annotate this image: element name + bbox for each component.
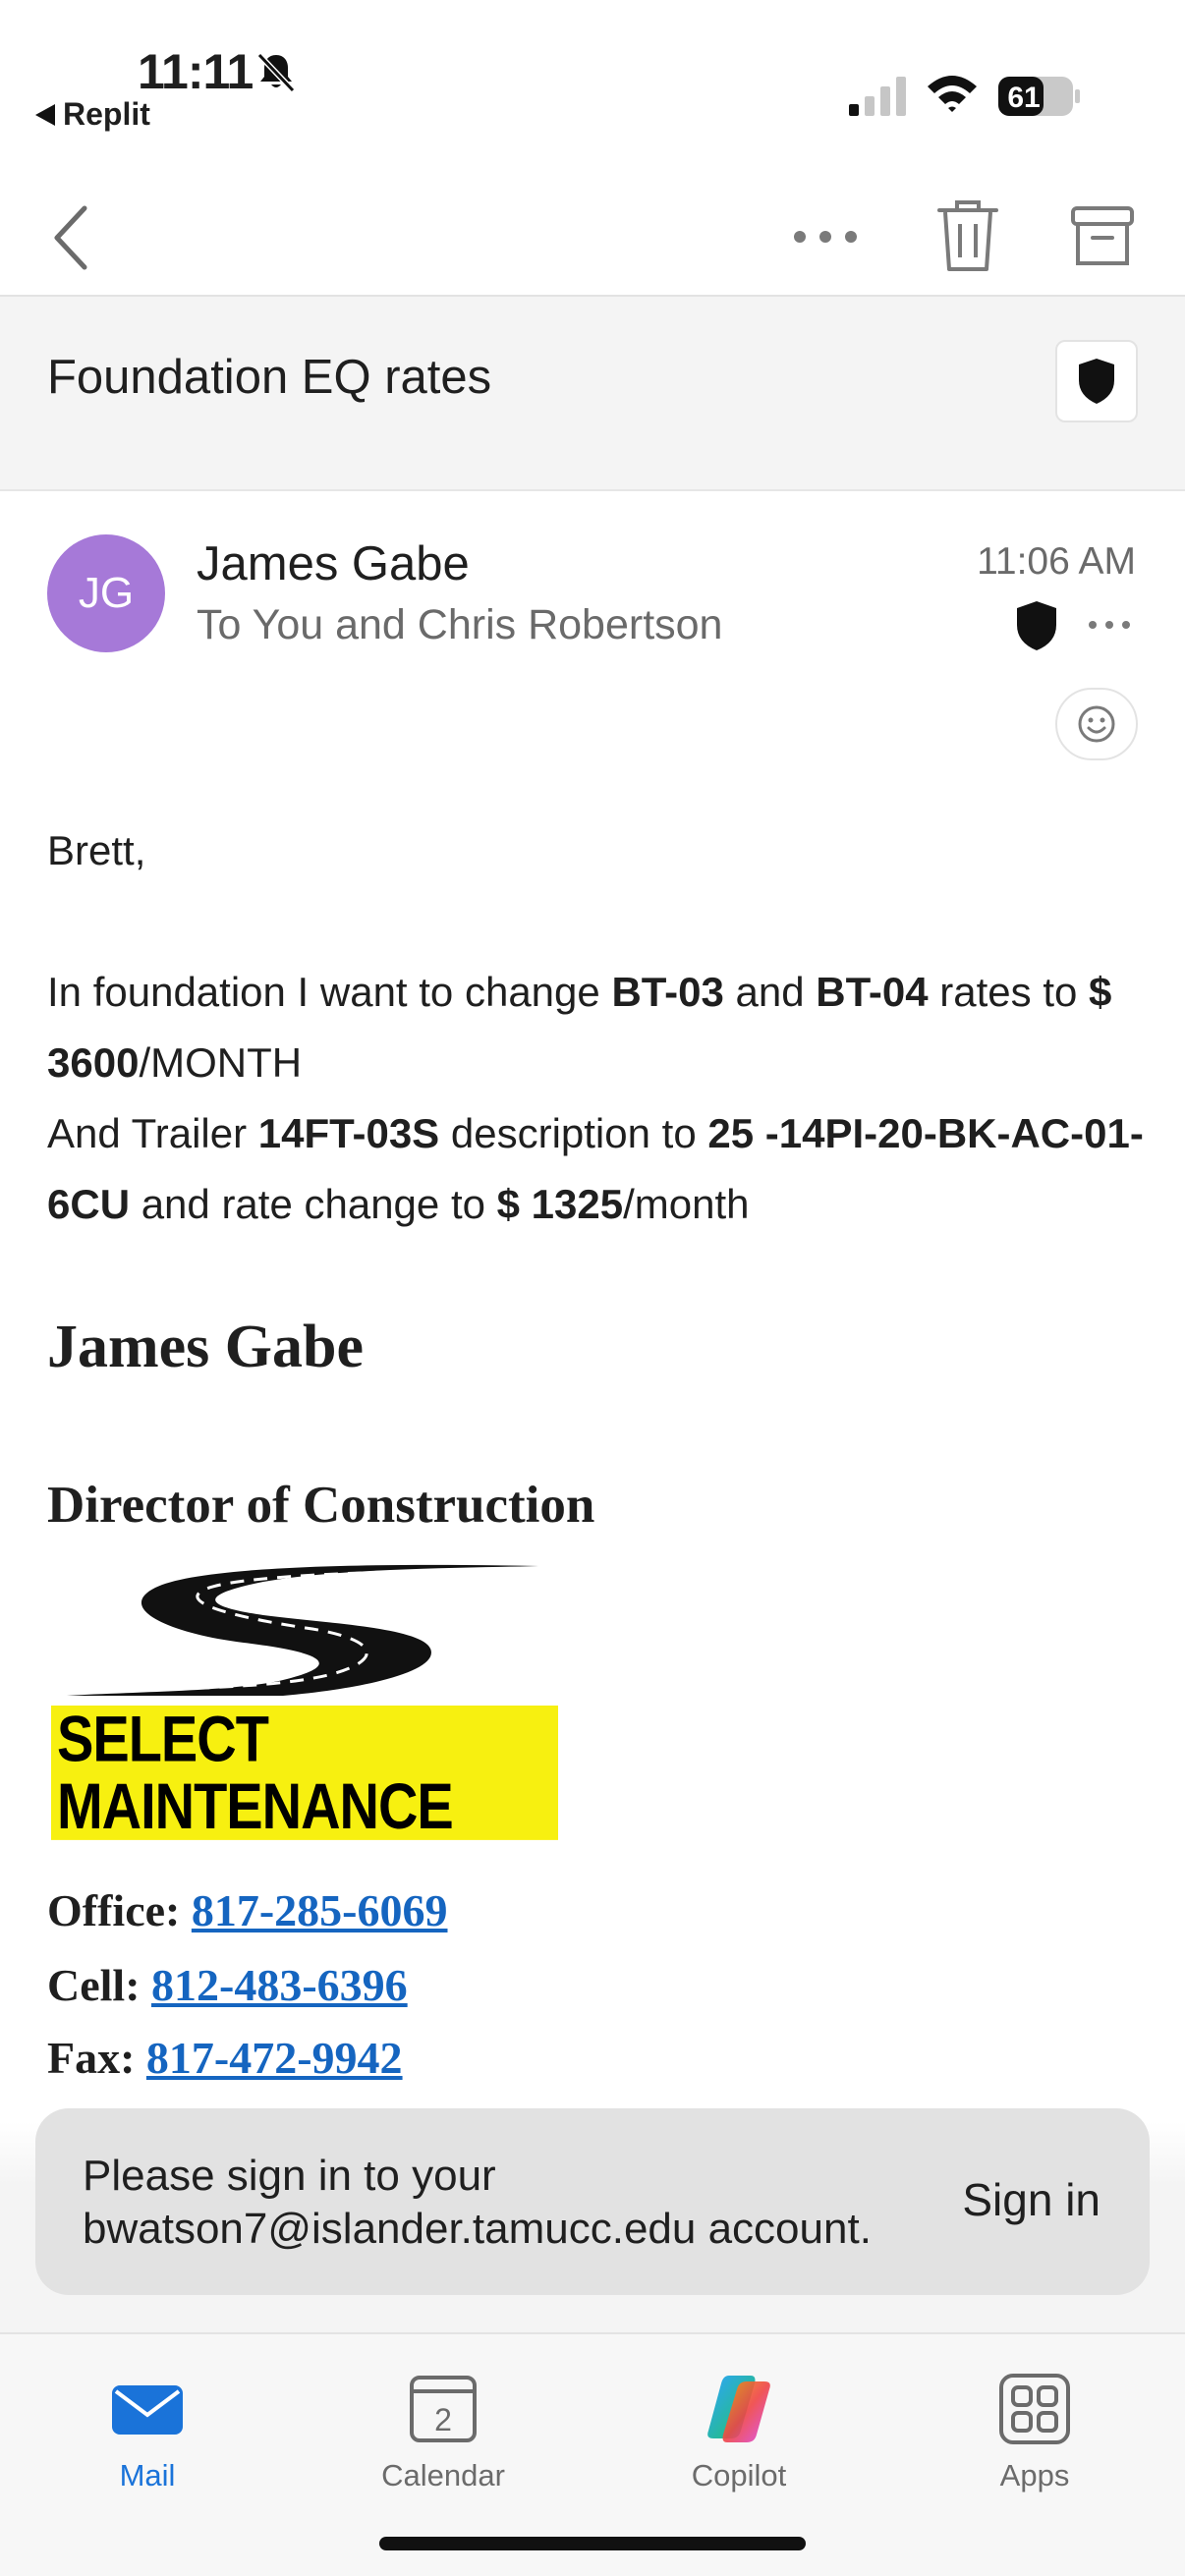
signin-banner: Please sign in to your bwatson7@islander… (35, 2108, 1150, 2295)
message-time: 11:06 AM (977, 540, 1136, 583)
office-phone-row: Office: 817-285-6069 (47, 1885, 448, 1935)
body-paragraph-2: And Trailer 14FT-03S description to 25 -… (47, 1110, 1144, 1227)
fax-row: Fax: 817-472-9942 (47, 2033, 403, 2083)
smiley-icon (1078, 705, 1115, 743)
fax-link[interactable]: 817-472-9942 (146, 2033, 403, 2083)
greeting: Brett, (47, 827, 146, 873)
email-body: Brett, In foundation I want to change BT… (47, 815, 1148, 1240)
logo-text: SELECT MAINTENANCE (51, 1705, 558, 1840)
back-app-label: Replit (63, 96, 150, 132)
signin-button[interactable]: Sign in (962, 2173, 1100, 2226)
archive-icon[interactable] (1067, 200, 1138, 271)
tab-calendar[interactable]: 2 Calendar (345, 2352, 541, 2499)
email-subject: Foundation EQ rates (47, 351, 492, 404)
cellular-signal-icon (849, 77, 906, 116)
back-triangle-icon (35, 103, 55, 126)
status-bar: 11:11 Replit 61 (0, 0, 1185, 147)
office-phone-link[interactable]: 817-285-6069 (192, 1885, 448, 1935)
signin-message: Please sign in to your bwatson7@islander… (83, 2152, 872, 2253)
calendar-icon: 2 (410, 2376, 477, 2442)
mail-icon (112, 2385, 183, 2435)
back-to-app-button[interactable]: Replit (35, 96, 150, 133)
tab-mail[interactable]: Mail (49, 2352, 246, 2499)
message-toolbar (0, 177, 1185, 297)
body-paragraph-1: In foundation I want to change BT-03 and… (47, 969, 1112, 1086)
recipients-line[interactable]: To You and Chris Robertson (197, 601, 722, 649)
subject-header: Foundation EQ rates (0, 297, 1185, 491)
tab-apps[interactable]: Apps (936, 2352, 1133, 2499)
message-more-icon[interactable] (1085, 613, 1134, 637)
wifi-icon (928, 76, 977, 112)
company-logo: SELECT MAINTENANCE (47, 1558, 558, 1840)
shield-icon (1079, 359, 1114, 404)
back-chevron-icon[interactable] (47, 200, 94, 275)
home-indicator[interactable] (379, 2537, 806, 2550)
more-options-icon[interactable] (786, 212, 865, 261)
delete-trash-icon[interactable] (933, 198, 1002, 275)
copilot-icon (707, 2376, 770, 2442)
bottom-tab-bar: Mail 2 Calendar Copilot Apps (0, 2332, 1185, 2576)
cell-phone-link[interactable]: 812-483-6396 (151, 1960, 408, 2010)
silent-bell-icon (256, 52, 296, 93)
sender-avatar[interactable]: JG (47, 534, 165, 652)
status-time: 11:11 (138, 44, 254, 99)
reaction-button[interactable] (1055, 688, 1138, 760)
message-shield-icon (1017, 601, 1056, 650)
apps-grid-icon (999, 2374, 1070, 2444)
signature-title: Director of Construction (47, 1477, 595, 1534)
calendar-day: 2 (434, 2402, 452, 2437)
sensitivity-button[interactable] (1055, 340, 1138, 422)
tab-copilot[interactable]: Copilot (641, 2352, 837, 2499)
road-s-logo-icon (67, 1564, 538, 1696)
battery-level: 61 (1007, 82, 1040, 114)
battery-icon: 61 (998, 77, 1080, 116)
cell-phone-row: Cell: 812-483-6396 (47, 1960, 408, 2010)
sender-name[interactable]: James Gabe (197, 536, 470, 591)
signature-name: James Gabe (47, 1314, 365, 1380)
